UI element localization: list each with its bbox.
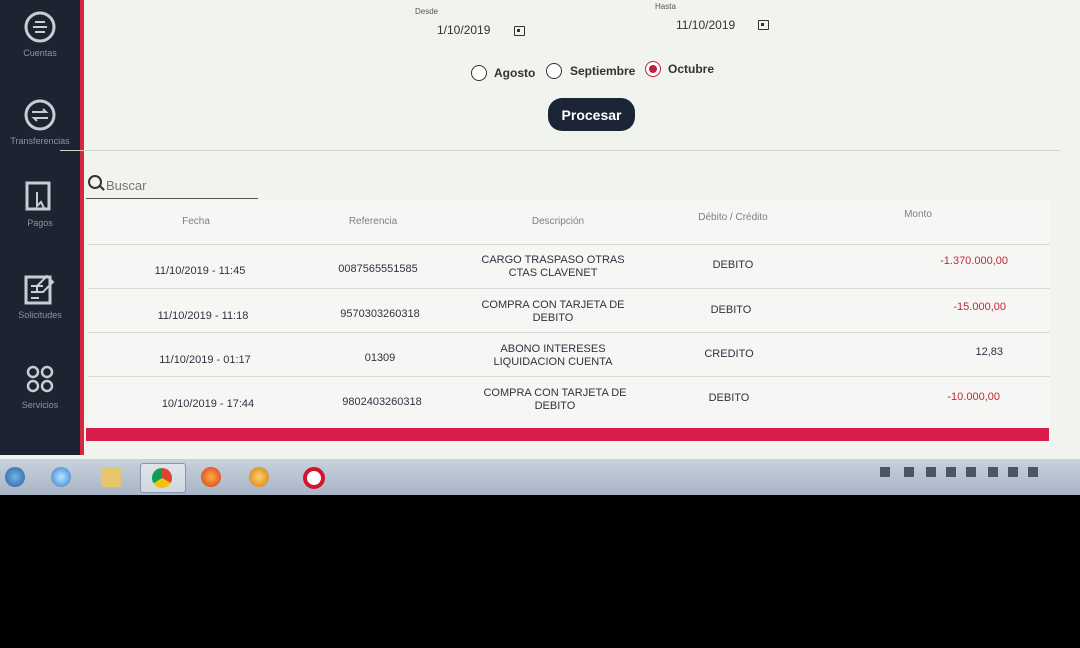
- cell-monto: -10.000,00: [947, 391, 1000, 403]
- sidebar-label: Solicitudes: [18, 310, 62, 320]
- sidebar-label: Transferencias: [10, 136, 70, 146]
- tray-acrobat-icon[interactable]: [966, 467, 976, 477]
- coin-icon: [24, 11, 56, 43]
- sidebar-item-cuentas[interactable]: Cuentas: [0, 10, 80, 58]
- calendar-icon[interactable]: [514, 26, 525, 36]
- taskbar-chrome[interactable]: [140, 463, 186, 493]
- radio-label: Septiembre: [570, 64, 636, 78]
- radio-label: Octubre: [668, 62, 715, 76]
- cell-referencia: 01309: [364, 352, 396, 364]
- table-row[interactable]: 10/10/2019 - 17:44 9802403260318 COMPRA …: [88, 376, 1050, 421]
- taskbar: [0, 459, 1080, 495]
- sidebar-item-solicitudes[interactable]: Solicitudes: [0, 272, 80, 320]
- search-box[interactable]: [86, 172, 258, 199]
- taskbar-ie[interactable]: [46, 463, 76, 491]
- cell-monto: -15.000,00: [953, 301, 1006, 313]
- radio-button[interactable]: [471, 65, 487, 81]
- desc-line-1: CARGO TRASPASO OTRAS: [481, 254, 625, 266]
- cell-fecha: 11/10/2019 - 11:45: [154, 265, 246, 277]
- transfer-icon: [24, 99, 56, 131]
- sidebar-label: Pagos: [27, 218, 53, 228]
- desc-line-2: CTAS CLAVENET: [508, 267, 598, 279]
- taskbar-media-player[interactable]: [244, 463, 274, 491]
- tray-flag-icon[interactable]: [880, 467, 890, 477]
- folder-icon: [101, 467, 121, 487]
- procesar-button[interactable]: Procesar: [548, 98, 635, 131]
- sidebar-item-servicios[interactable]: Servicios: [0, 362, 80, 410]
- payments-icon: [25, 181, 51, 211]
- form-icon: [24, 274, 55, 305]
- sidebar-item-transferencias[interactable]: Transferencias: [0, 98, 80, 146]
- column-header-referencia: Referencia: [348, 216, 398, 227]
- cell-descripcion: ABONO INTERESES LIQUIDACION CUENTA: [468, 343, 638, 369]
- cell-fecha: 11/10/2019 - 11:18: [157, 310, 249, 322]
- transactions-table: Fecha Referencia Descripción Débito / Cr…: [88, 200, 1050, 432]
- cell-tipo: DEBITO: [710, 304, 752, 316]
- table-row[interactable]: 11/10/2019 - 01:17 01309 ABONO INTERESES…: [88, 332, 1050, 377]
- radio-button-selected[interactable]: [645, 61, 661, 77]
- internet-explorer-icon: [51, 467, 71, 487]
- desde-label: Desde: [415, 7, 439, 16]
- media-player-icon: [249, 467, 269, 487]
- cell-monto: 12,83: [975, 346, 1003, 358]
- cell-referencia: 9570303260318: [340, 308, 420, 320]
- calendar-icon[interactable]: [758, 20, 769, 30]
- cell-descripcion: CARGO TRASPASO OTRAS CTAS CLAVENET: [468, 254, 638, 280]
- taskbar-firefox[interactable]: [196, 463, 226, 491]
- desc-line-2: DEBITO: [532, 312, 574, 324]
- radio-button[interactable]: [546, 63, 562, 79]
- search-icon: [88, 175, 102, 189]
- radio-label: Agosto: [494, 66, 536, 80]
- cell-referencia: 0087565551585: [338, 263, 418, 275]
- desde-value: 1/10/2019: [437, 23, 491, 37]
- cell-monto: -1.370.000,00: [940, 255, 1008, 267]
- cell-tipo: DEBITO: [712, 259, 754, 271]
- column-header-descripcion: Descripción: [531, 216, 585, 227]
- table-row[interactable]: 11/10/2019 - 11:45 0087565551585 CARGO T…: [88, 244, 1050, 289]
- tray-signal-icon[interactable]: [946, 467, 956, 477]
- desc-line-2: DEBITO: [534, 400, 576, 412]
- opera-icon: [303, 467, 325, 489]
- start-button[interactable]: [0, 463, 30, 491]
- tray-volume-icon[interactable]: [1028, 467, 1038, 477]
- cell-descripcion: COMPRA CON TARJETA DE DEBITO: [470, 387, 640, 413]
- column-header-tipo: Débito / Crédito: [698, 212, 768, 223]
- cell-fecha: 11/10/2019 - 01:17: [159, 354, 251, 366]
- table-row[interactable]: 11/10/2019 - 11:18 9570303260318 COMPRA …: [88, 288, 1050, 333]
- sidebar: Cuentas Transferencias Pagos Solicitudes…: [0, 0, 84, 455]
- column-header-monto: Monto: [904, 209, 932, 220]
- desc-line-1: COMPRA CON TARJETA DE: [483, 387, 627, 399]
- search-input[interactable]: [104, 177, 258, 194]
- sidebar-label: Servicios: [21, 400, 59, 410]
- taskbar-opera[interactable]: [298, 463, 328, 491]
- column-header-fecha: Fecha: [182, 216, 210, 227]
- tray-network-icon[interactable]: [904, 467, 914, 477]
- cell-referencia: 9802403260318: [342, 396, 422, 408]
- desc-line-1: COMPRA CON TARJETA DE: [481, 299, 625, 311]
- hasta-label: Hasta: [655, 2, 676, 11]
- hasta-value: 11/10/2019: [676, 18, 736, 32]
- cell-tipo: DEBITO: [708, 392, 750, 404]
- tray-usb-icon[interactable]: [1008, 467, 1018, 477]
- divider: [60, 150, 1060, 151]
- desc-line-1: ABONO INTERESES: [500, 343, 606, 355]
- cell-fecha: 10/10/2019 - 17:44: [161, 398, 255, 410]
- screen: Cuentas Transferencias Pagos Solicitudes…: [0, 0, 1080, 495]
- firefox-icon: [201, 467, 221, 487]
- windows-start-icon: [5, 467, 25, 487]
- accent-bar: [86, 428, 1049, 441]
- desc-line-2: LIQUIDACION CUENTA: [493, 356, 613, 368]
- grid-dots-icon: [26, 365, 54, 393]
- cell-tipo: CREDITO: [704, 348, 754, 360]
- chrome-icon: [152, 468, 172, 488]
- tray-battery-icon[interactable]: [926, 467, 936, 477]
- taskbar-explorer[interactable]: [96, 463, 126, 491]
- sidebar-label: Cuentas: [23, 48, 57, 58]
- tray-printer-icon[interactable]: [988, 467, 998, 477]
- sidebar-item-pagos[interactable]: Pagos: [0, 180, 80, 228]
- cell-descripcion: COMPRA CON TARJETA DE DEBITO: [468, 299, 638, 325]
